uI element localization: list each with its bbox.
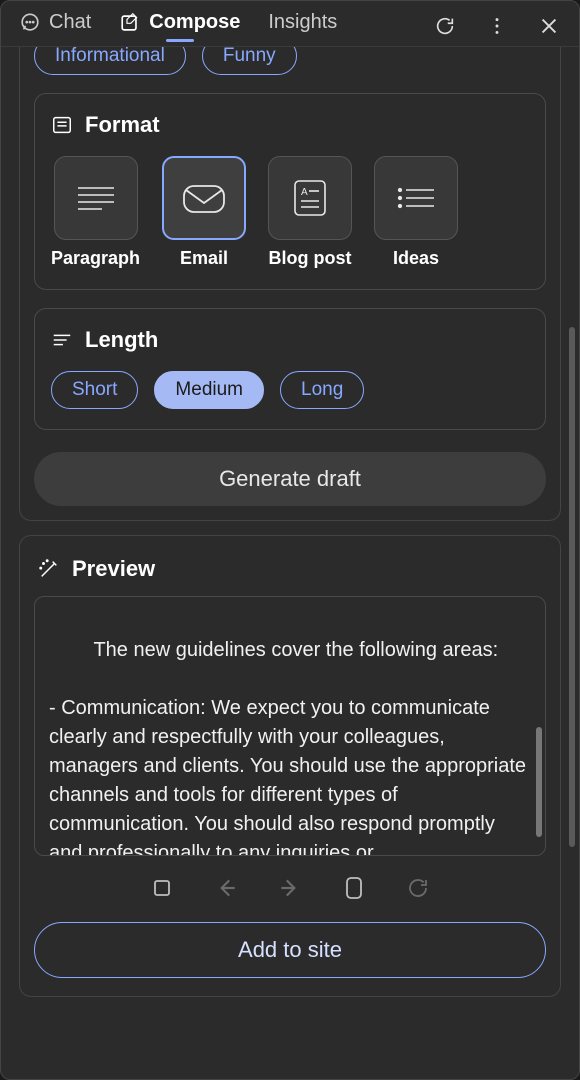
tab-label: Insights [268, 11, 337, 34]
more-icon[interactable] [485, 14, 509, 38]
preview-scrollbar-thumb[interactable] [536, 727, 542, 837]
chat-icon [19, 12, 41, 34]
preview-text: The new guidelines cover the following a… [49, 639, 532, 856]
format-option-blogpost[interactable]: A Blog post [268, 156, 352, 269]
format-label: Paragraph [51, 248, 140, 269]
section-title-text: Length [85, 327, 158, 353]
svg-text:A: A [301, 187, 308, 198]
preview-actions [34, 874, 546, 902]
scrollbar-thumb[interactable] [569, 327, 575, 847]
content-area: Informational Funny Format Paragraph [1, 47, 579, 1079]
format-label: Email [180, 248, 228, 269]
format-option-paragraph[interactable]: Paragraph [51, 156, 140, 269]
tab-compose[interactable]: Compose [119, 11, 240, 40]
length-section: Length Short Medium Long [34, 308, 546, 430]
header: Chat Compose Insights [1, 1, 579, 47]
copy-icon[interactable] [340, 874, 368, 902]
tab-insights[interactable]: Insights [268, 11, 337, 40]
format-option-email[interactable]: Email [162, 156, 246, 269]
format-section: Format Paragraph Email [34, 93, 546, 290]
format-title-row: Format [51, 112, 529, 138]
refresh-icon[interactable] [433, 14, 457, 38]
generate-draft-button[interactable]: Generate draft [34, 452, 546, 506]
tab-chat[interactable]: Chat [19, 11, 91, 40]
length-title-row: Length [51, 327, 529, 353]
stop-icon[interactable] [148, 874, 176, 902]
preview-title-text: Preview [72, 556, 155, 582]
length-options: Short Medium Long [51, 371, 529, 409]
format-icon [51, 114, 73, 136]
preview-title-row: Preview [38, 556, 546, 582]
tone-options-partial: Informational Funny [34, 47, 546, 75]
tone-chip-informational[interactable]: Informational [34, 47, 186, 75]
compose-panel: Chat Compose Insights Informational Fu [0, 0, 580, 1080]
add-to-site-button[interactable]: Add to site [34, 922, 546, 978]
tab-label: Compose [149, 11, 240, 34]
regenerate-icon[interactable] [404, 874, 432, 902]
format-label: Ideas [393, 248, 439, 269]
length-icon [51, 329, 73, 351]
length-chip-long[interactable]: Long [280, 371, 364, 409]
preview-section: Preview The new guidelines cover the fol… [19, 535, 561, 997]
section-title-text: Format [85, 112, 160, 138]
length-chip-medium[interactable]: Medium [154, 371, 264, 409]
close-icon[interactable] [537, 14, 561, 38]
next-icon[interactable] [276, 874, 304, 902]
tone-chip-funny[interactable]: Funny [202, 47, 297, 75]
preview-text-box[interactable]: The new guidelines cover the following a… [34, 596, 546, 856]
wand-icon [38, 558, 60, 580]
prev-icon[interactable] [212, 874, 240, 902]
length-chip-short[interactable]: Short [51, 371, 138, 409]
format-label: Blog post [269, 248, 352, 269]
compose-icon [119, 12, 141, 34]
format-options: Paragraph Email A Blog post [51, 156, 529, 269]
tab-label: Chat [49, 11, 91, 34]
format-option-ideas[interactable]: Ideas [374, 156, 458, 269]
